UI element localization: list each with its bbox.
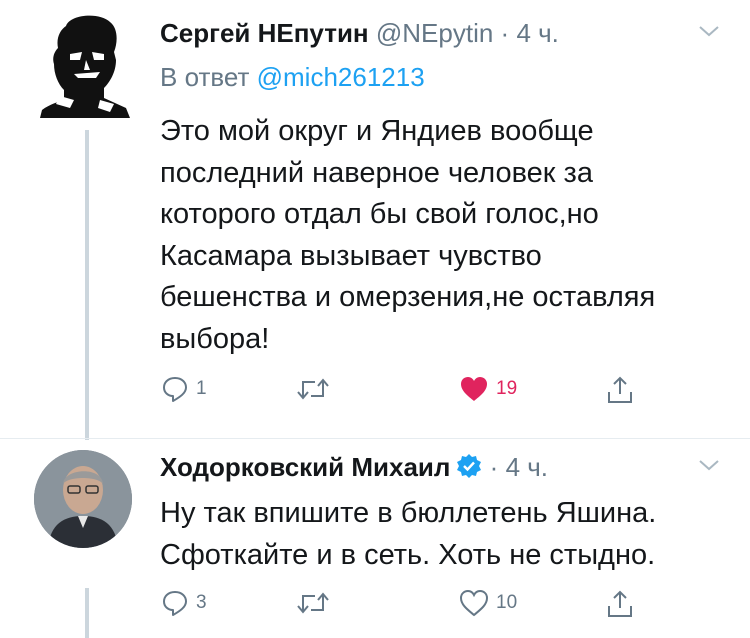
reply-button[interactable]: 1 (160, 374, 207, 404)
share-icon (608, 376, 632, 403)
tweet-header: Сергей НЕпутин @NEpytin · 4 ч. (160, 18, 559, 49)
verified-badge-icon (456, 453, 482, 486)
author-name[interactable]: Сергей НЕпутин (160, 18, 369, 48)
tweet-text: Это мой округ и Яндиев вообще последний … (160, 115, 656, 355)
author-handle[interactable]: @NEpytin (376, 18, 493, 48)
heart-icon (461, 377, 487, 401)
tweet-header: Ходорковский Михаил · 4 ч. (160, 452, 548, 486)
reply-count: 3 (196, 592, 207, 613)
retweet-icon (297, 378, 329, 400)
tweet-text: Ну так впишите в бюллетень Яшина. Сфотка… (160, 497, 657, 571)
reply-prefix: В ответ (160, 62, 250, 92)
separator-dot: · (489, 452, 499, 482)
tweet-item[interactable]: Ходорковский Михаил · 4 ч. Ну так впишит… (0, 440, 750, 638)
reply-icon (163, 377, 187, 402)
reply-count: 1 (196, 378, 207, 399)
reply-context: В ответ @mich261213 (160, 62, 425, 93)
retweet-button[interactable] (295, 588, 337, 618)
like-button[interactable]: 19 (458, 374, 517, 404)
share-button[interactable] (605, 374, 635, 406)
chevron-down-icon[interactable] (698, 24, 720, 43)
thread-line (85, 130, 89, 440)
share-button[interactable] (605, 588, 635, 620)
like-count: 10 (496, 592, 518, 613)
retweet-button[interactable] (295, 374, 337, 404)
tweet-item[interactable]: Сергей НЕпутин @NEpytin · 4 ч. В ответ @… (0, 0, 750, 440)
retweet-icon (297, 592, 329, 614)
author-name[interactable]: Ходорковский Михаил (160, 452, 450, 482)
tweet-actions: 3 10 (160, 588, 660, 624)
tweet-divider (0, 438, 750, 439)
reply-mention-link[interactable]: @mich261213 (257, 62, 425, 92)
separator-dot: · (500, 18, 510, 48)
reply-icon (163, 591, 187, 616)
like-count: 19 (496, 378, 518, 399)
timestamp[interactable]: 4 ч. (516, 18, 558, 48)
like-button[interactable]: 10 (458, 588, 517, 618)
avatar-stencil-image (40, 15, 130, 118)
tweet-actions: 1 19 (160, 374, 660, 410)
share-icon (608, 590, 632, 617)
heart-outline-icon (459, 589, 489, 617)
avatar[interactable] (34, 450, 132, 548)
thread-line (85, 588, 89, 638)
timestamp[interactable]: 4 ч. (506, 452, 548, 482)
chevron-down-icon[interactable] (698, 458, 720, 477)
avatar[interactable] (30, 8, 140, 118)
avatar-photo (34, 450, 132, 548)
reply-button[interactable]: 3 (160, 588, 207, 618)
